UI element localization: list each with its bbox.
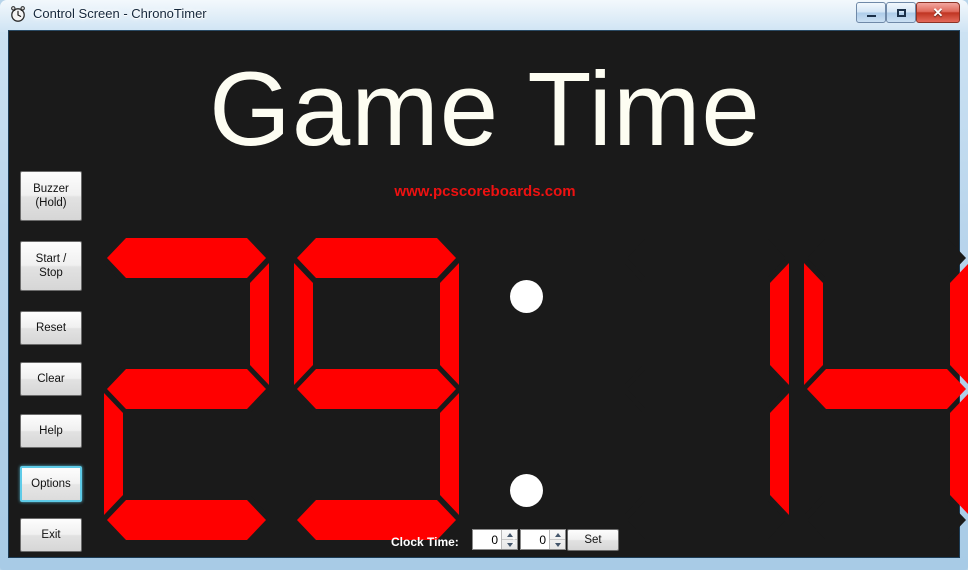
segment-f bbox=[624, 263, 643, 385]
segment-b bbox=[950, 264, 968, 384]
digit-minutes-tens bbox=[104, 234, 269, 544]
alarm-clock-icon bbox=[11, 6, 25, 22]
minimize-icon bbox=[866, 14, 876, 17]
set-button[interactable]: Set bbox=[567, 529, 619, 551]
options-button[interactable]: Options bbox=[20, 466, 82, 502]
segment-a bbox=[627, 238, 786, 278]
clear-button[interactable]: Clear bbox=[20, 362, 82, 396]
website-watermark: www.pcscoreboards.com bbox=[394, 183, 576, 200]
clock-seconds-value[interactable]: 0 bbox=[521, 530, 549, 549]
maximize-icon bbox=[896, 8, 906, 17]
application-window: Control Screen - ChronoTimer ✕ Game Time… bbox=[0, 0, 968, 570]
minimize-button[interactable] bbox=[856, 2, 886, 23]
clock-seconds-arrows[interactable] bbox=[549, 530, 565, 549]
clock-time-separator: : bbox=[512, 533, 516, 547]
segment-e bbox=[804, 393, 823, 515]
segment-e bbox=[104, 393, 123, 515]
segment-f bbox=[804, 263, 823, 385]
clock-seconds-increment[interactable] bbox=[550, 530, 565, 540]
close-button[interactable]: ✕ bbox=[916, 2, 960, 23]
segment-e bbox=[624, 393, 643, 515]
segment-b bbox=[770, 263, 789, 385]
segment-c bbox=[250, 393, 269, 515]
segment-e bbox=[294, 393, 313, 515]
colon-dot-bottom bbox=[510, 474, 543, 507]
segment-a bbox=[807, 238, 966, 278]
buzzer-button[interactable]: Buzzer (Hold) bbox=[20, 171, 82, 221]
clock-minutes-value[interactable]: 0 bbox=[473, 530, 501, 549]
clock-time-controls: Clock Time: 0 : 0 Set bbox=[9, 527, 961, 559]
options-button-label: Options bbox=[31, 477, 71, 490]
segment-b bbox=[250, 263, 269, 385]
scoreboard-client-area: Game Time www.pcscoreboards.com Buzzer (H… bbox=[8, 30, 968, 559]
segment-g bbox=[107, 369, 266, 409]
segment-b bbox=[440, 263, 459, 385]
timer-display bbox=[104, 234, 968, 544]
start-stop-button-label: Start / Stop bbox=[35, 252, 67, 279]
colon-separator bbox=[504, 234, 550, 544]
digit-seconds-ones bbox=[804, 234, 968, 544]
digit-minutes-ones bbox=[294, 234, 459, 544]
chevron-up-icon bbox=[554, 532, 561, 537]
segment-g bbox=[627, 369, 786, 409]
digit-seconds-tens bbox=[624, 234, 789, 544]
segment-c bbox=[770, 393, 789, 515]
segment-f bbox=[104, 263, 123, 385]
colon-dot-top bbox=[510, 280, 543, 313]
title-bar[interactable]: Control Screen - ChronoTimer ✕ bbox=[0, 0, 968, 30]
chevron-down-icon bbox=[554, 542, 561, 547]
window-title: Control Screen - ChronoTimer bbox=[33, 6, 207, 21]
reset-button[interactable]: Reset bbox=[20, 311, 82, 345]
segment-c bbox=[440, 393, 459, 515]
help-button[interactable]: Help bbox=[20, 414, 82, 448]
reset-button-label: Reset bbox=[35, 321, 67, 334]
segment-g bbox=[297, 369, 456, 409]
close-icon: ✕ bbox=[932, 5, 944, 20]
clock-time-label: Clock Time: bbox=[391, 535, 459, 549]
clock-seconds-decrement[interactable] bbox=[550, 540, 565, 549]
segment-c bbox=[950, 394, 968, 514]
segment-f bbox=[294, 263, 313, 385]
clock-seconds-stepper[interactable]: 0 bbox=[520, 529, 566, 550]
segment-a bbox=[297, 238, 456, 278]
help-button-label: Help bbox=[39, 424, 63, 437]
maximize-button[interactable] bbox=[886, 2, 916, 23]
set-button-label: Set bbox=[584, 534, 602, 546]
segment-g bbox=[807, 369, 966, 409]
segment-a bbox=[107, 238, 266, 278]
start-stop-button[interactable]: Start / Stop bbox=[20, 241, 82, 291]
clear-button-label: Clear bbox=[37, 372, 65, 385]
buzzer-button-label: Buzzer (Hold) bbox=[33, 182, 69, 209]
page-title: Game Time bbox=[209, 51, 761, 168]
